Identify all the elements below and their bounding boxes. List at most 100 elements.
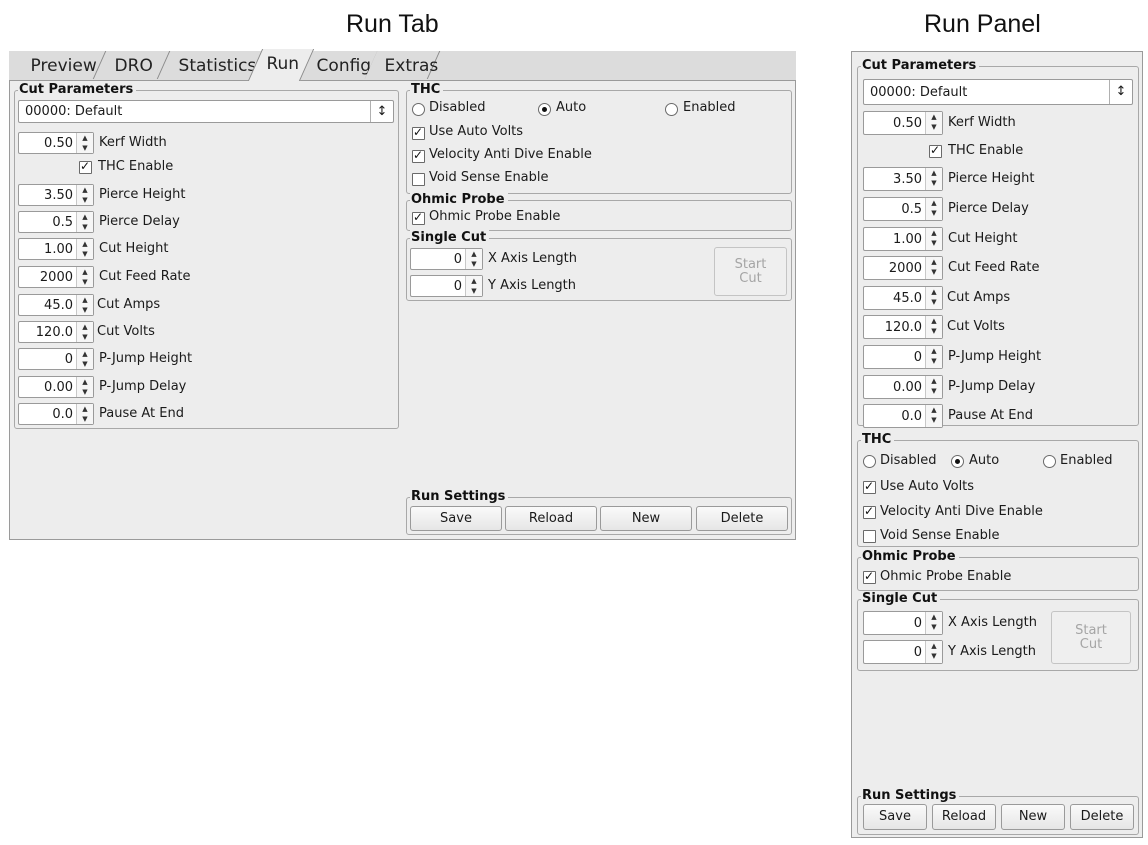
pause-at-end-spinbox[interactable]: 0.0 ▲ ▼ <box>18 403 94 425</box>
tab-run[interactable]: Run <box>247 49 315 81</box>
material-combo[interactable]: 00000: Default ↕ <box>18 100 394 123</box>
thc-enabled-radio[interactable] <box>1043 455 1056 468</box>
ohmic-probe-enable-checkbox[interactable] <box>412 210 425 225</box>
thc-disabled-radio[interactable] <box>863 455 876 468</box>
spinbox-arrows-icon[interactable]: ▲ ▼ <box>925 257 942 279</box>
spinbox-arrows-icon[interactable]: ▲ ▼ <box>925 641 942 663</box>
single-cut-group: Single Cut 0 ▲ ▼ X Axis Length 0 ▲ ▼ Y Axis … <box>406 230 792 301</box>
y-axis-length-spinbox[interactable]: 0 ▲ ▼ <box>410 275 483 297</box>
spinbox-arrows-icon[interactable]: ▲ ▼ <box>925 316 942 338</box>
thc-enable-checkbox[interactable] <box>929 143 942 158</box>
spinbox-arrows-icon[interactable]: ▲ ▼ <box>465 276 482 296</box>
group-title: Single Cut <box>861 591 941 607</box>
group-title: Ohmic Probe <box>410 192 508 208</box>
pierce-height-spinbox[interactable]: 3.50 ▲ ▼ <box>18 184 94 206</box>
spinbox-arrows-icon[interactable]: ▲ ▼ <box>925 405 942 427</box>
save-button[interactable]: Save <box>863 804 927 830</box>
cut-amps-spinbox[interactable]: 45.0 ▲ ▼ <box>863 286 943 310</box>
spinbox-arrows-icon[interactable]: ▲ ▼ <box>925 376 942 398</box>
spinbox-arrows-icon[interactable]: ▲ ▼ <box>76 133 93 153</box>
start-cut-button[interactable]: Start Cut <box>1051 611 1131 664</box>
cut-height-label: Cut Height <box>948 231 1018 246</box>
spinbox-arrows-icon[interactable]: ▲ ▼ <box>925 287 942 309</box>
delete-button[interactable]: Delete <box>1070 804 1134 830</box>
delete-button[interactable]: Delete <box>696 506 788 531</box>
material-combo[interactable]: 00000: Default ↕ <box>863 79 1133 105</box>
spinbox-arrows-icon[interactable]: ▲ ▼ <box>76 349 93 369</box>
pjump-height-spinbox[interactable]: 0 ▲ ▼ <box>18 348 94 370</box>
spinbox-arrows-icon[interactable]: ▲ ▼ <box>76 267 93 287</box>
cut-amps-label: Cut Amps <box>947 290 1011 305</box>
spinbox-arrows-icon[interactable]: ▲ ▼ <box>76 322 93 342</box>
start-cut-button[interactable]: Start Cut <box>714 247 787 296</box>
thc-enable-checkbox[interactable] <box>79 159 92 174</box>
thc-disabled-radio[interactable] <box>412 103 425 116</box>
pjump-delay-spinbox[interactable]: 0.00 ▲ ▼ <box>18 376 94 398</box>
new-button[interactable]: New <box>600 506 692 531</box>
use-auto-volts-label: Use Auto Volts <box>429 124 524 139</box>
spinbox-arrows-icon[interactable]: ▲ ▼ <box>76 404 93 424</box>
spinbox-arrows-icon[interactable]: ▲ ▼ <box>925 112 942 134</box>
pause-at-end-label: Pause At End <box>99 406 184 421</box>
use-auto-volts-checkbox[interactable] <box>863 479 876 494</box>
spinbox-arrows-icon[interactable]: ▲ ▼ <box>76 212 93 232</box>
thc-enabled-radio[interactable] <box>665 103 678 116</box>
cut-feed-rate-spinbox[interactable]: 2000 ▲ ▼ <box>863 256 943 280</box>
group-title: Cut Parameters <box>18 82 137 98</box>
velocity-anti-dive-checkbox[interactable] <box>412 148 425 163</box>
x-axis-length-label: X Axis Length <box>488 251 577 266</box>
ohmic-probe-enable-checkbox[interactable] <box>863 569 876 584</box>
spinbox-arrows-icon[interactable]: ▲ ▼ <box>925 612 942 634</box>
spinbox-arrows-icon[interactable]: ▲ ▼ <box>76 295 93 315</box>
pierce-height-spinbox[interactable]: 3.50 ▲ ▼ <box>863 167 943 191</box>
spinbox-arrows-icon[interactable]: ▲ ▼ <box>76 239 93 259</box>
spinbox-arrows-icon[interactable]: ▲ ▼ <box>925 198 942 220</box>
thc-auto-radio[interactable] <box>538 103 551 116</box>
y-axis-length-spinbox[interactable]: 0 ▲ ▼ <box>863 640 943 664</box>
cut-volts-spinbox[interactable]: 120.0 ▲ ▼ <box>863 315 943 339</box>
void-sense-checkbox[interactable] <box>412 173 425 186</box>
spinbox-arrows-icon[interactable]: ▲ ▼ <box>925 228 942 250</box>
kerf-width-spinbox[interactable]: 0.50 ▲ ▼ <box>863 111 943 135</box>
cut-height-spinbox[interactable]: 1.00 ▲ ▼ <box>863 227 943 251</box>
spinbox-arrows-icon[interactable]: ▲ ▼ <box>76 377 93 397</box>
save-button[interactable]: Save <box>410 506 502 531</box>
spinbox-arrows-icon[interactable]: ▲ ▼ <box>465 249 482 269</box>
combo-updown-icon: ↕ <box>370 101 393 122</box>
group-title: Cut Parameters <box>861 58 980 74</box>
velocity-anti-dive-checkbox[interactable] <box>863 504 876 519</box>
tab-extras[interactable]: Extras <box>364 51 441 79</box>
tab-statistics[interactable]: Statistics <box>158 51 265 79</box>
tab-bar: Preview DRO Statistics Run Config Extras <box>9 49 796 81</box>
tab-preview[interactable]: Preview <box>10 51 107 79</box>
use-auto-volts-checkbox[interactable] <box>412 125 425 140</box>
reload-button[interactable]: Reload <box>505 506 597 531</box>
spinbox-arrows-icon[interactable]: ▲ ▼ <box>925 346 942 368</box>
x-axis-length-spinbox[interactable]: 0 ▲ ▼ <box>410 248 483 270</box>
pause-at-end-spinbox[interactable]: 0.0 ▲ ▼ <box>863 404 943 428</box>
ohmic-probe-enable-label: Ohmic Probe Enable <box>880 569 1012 584</box>
new-button[interactable]: New <box>1001 804 1065 830</box>
spinbox-arrows-icon[interactable]: ▲ ▼ <box>925 168 942 190</box>
cut-volts-spinbox[interactable]: 120.0 ▲ ▼ <box>18 321 94 343</box>
x-axis-length-spinbox[interactable]: 0 ▲ ▼ <box>863 611 943 635</box>
pause-at-end-label: Pause At End <box>948 408 1033 423</box>
kerf-width-spinbox[interactable]: 0.50 ▲ ▼ <box>18 132 94 154</box>
void-sense-checkbox[interactable] <box>863 530 876 543</box>
thc-group: THC Disabled Auto Enabled Use Auto Volts… <box>857 432 1139 547</box>
group-title: THC <box>410 82 444 98</box>
pierce-delay-spinbox[interactable]: 0.5 ▲ ▼ <box>18 211 94 233</box>
group-title: Run Settings <box>410 489 509 505</box>
cut-amps-spinbox[interactable]: 45.0 ▲ ▼ <box>18 294 94 316</box>
thc-auto-radio[interactable] <box>951 455 964 468</box>
pierce-delay-spinbox[interactable]: 0.5 ▲ ▼ <box>863 197 943 221</box>
pjump-height-spinbox[interactable]: 0 ▲ ▼ <box>863 345 943 369</box>
pjump-delay-spinbox[interactable]: 0.00 ▲ ▼ <box>863 375 943 399</box>
cut-height-spinbox[interactable]: 1.00 ▲ ▼ <box>18 238 94 260</box>
cut-feed-rate-spinbox[interactable]: 2000 ▲ ▼ <box>18 266 94 288</box>
pjump-height-label: P-Jump Height <box>948 349 1042 364</box>
cut-height-label: Cut Height <box>99 241 169 256</box>
reload-button[interactable]: Reload <box>932 804 996 830</box>
tab-dro[interactable]: DRO <box>94 51 171 79</box>
spinbox-arrows-icon[interactable]: ▲ ▼ <box>76 185 93 205</box>
